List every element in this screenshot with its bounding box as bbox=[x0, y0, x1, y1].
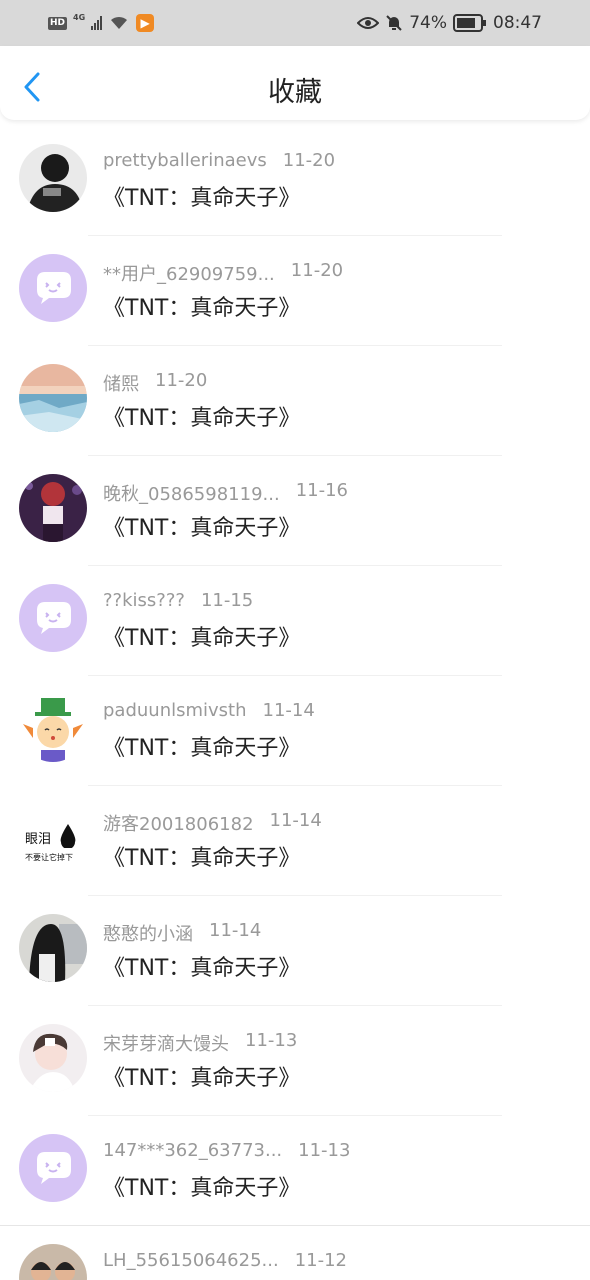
page-title: 收藏 bbox=[268, 77, 322, 108]
username[interactable]: 憨憨的小涵 bbox=[103, 920, 193, 946]
favorite-date: 11-12 bbox=[294, 1250, 348, 1271]
user-avatar[interactable] bbox=[19, 584, 87, 652]
book-title[interactable]: 《TNT：真命天子》 bbox=[103, 180, 300, 212]
item-meta: 憨憨的小涵 11-14 bbox=[103, 920, 261, 946]
hd-icon: HD bbox=[48, 16, 68, 30]
favorite-date: 11-13 bbox=[298, 1140, 351, 1161]
username[interactable]: 储熙 bbox=[103, 370, 139, 396]
user-avatar[interactable] bbox=[19, 914, 87, 982]
favorite-date: 11-20 bbox=[155, 370, 208, 391]
user-avatar[interactable] bbox=[19, 694, 87, 762]
username[interactable]: ??kiss??? bbox=[103, 590, 185, 611]
favorite-list-item[interactable]: ??kiss??? 11-15 《TNT：真命天子》 bbox=[0, 566, 590, 676]
item-meta: ??kiss??? 11-15 bbox=[103, 590, 253, 611]
network-type: 4G bbox=[73, 12, 86, 22]
user-avatar[interactable]: 眼泪 不要让它掉下 bbox=[19, 804, 87, 872]
clock: 08:47 bbox=[493, 13, 542, 33]
favorite-date: 11-20 bbox=[282, 150, 336, 171]
battery-icon bbox=[453, 14, 486, 32]
username[interactable]: 147***362_63773... bbox=[103, 1140, 282, 1161]
user-avatar[interactable] bbox=[19, 1134, 87, 1202]
status-right: 74% 08:47 bbox=[357, 13, 542, 33]
item-meta: paduunlsmivsth 11-14 bbox=[103, 700, 315, 721]
favorite-list-item[interactable]: 眼泪 不要让它掉下 游客2001806182 11-14 《TNT：真命天子》 bbox=[0, 786, 590, 896]
username[interactable]: **用户_62909759... bbox=[103, 260, 275, 286]
avatar-text: 眼泪 bbox=[25, 832, 52, 847]
item-meta: 游客2001806182 11-14 bbox=[103, 810, 322, 836]
username[interactable]: LH_55615064625... bbox=[103, 1250, 279, 1271]
book-title[interactable]: 《TNT：真命天子》 bbox=[103, 950, 300, 982]
favorite-list-item[interactable]: paduunlsmivsth 11-14 《TNT：真命天子》 bbox=[0, 676, 590, 786]
item-meta: 宋芽芽滴大馒头 11-13 bbox=[103, 1030, 297, 1056]
battery-percent: 74% bbox=[409, 13, 447, 33]
item-meta: prettyballerinaevs 11-20 bbox=[103, 150, 335, 171]
favorite-date: 11-14 bbox=[262, 700, 315, 721]
username[interactable]: 晚秋_0586598119... bbox=[103, 480, 280, 506]
username[interactable]: 宋芽芽滴大馒头 bbox=[103, 1030, 229, 1056]
book-title[interactable]: 《TNT：真命天子》 bbox=[103, 290, 300, 322]
user-avatar[interactable] bbox=[19, 254, 87, 322]
user-avatar[interactable] bbox=[19, 1024, 87, 1092]
top-nav-bar: 收藏 bbox=[0, 46, 590, 120]
app-notification-icon: ▶ bbox=[136, 14, 155, 32]
favorite-list-item[interactable]: 147***362_63773... 11-13 《TNT：真命天子》 bbox=[0, 1116, 590, 1226]
favorite-list-item[interactable]: 憨憨的小涵 11-14 《TNT：真命天子》 bbox=[0, 896, 590, 1006]
username[interactable]: paduunlsmivsth bbox=[103, 700, 247, 721]
user-avatar[interactable] bbox=[19, 364, 87, 432]
book-title[interactable]: 《TNT：真命天子》 bbox=[103, 1060, 300, 1092]
status-left: HD 4G ▶ bbox=[48, 12, 155, 32]
wifi-icon bbox=[111, 16, 128, 29]
favorite-date: 11-14 bbox=[269, 810, 322, 831]
item-meta: LH_55615064625... 11-12 bbox=[103, 1250, 347, 1271]
favorite-date: 11-13 bbox=[245, 1030, 298, 1051]
item-meta: 储熙 11-20 bbox=[103, 370, 207, 396]
favorite-list-item[interactable]: LH_55615064625... 11-12 bbox=[0, 1226, 590, 1280]
book-title[interactable]: 《TNT：真命天子》 bbox=[103, 1170, 300, 1202]
favorite-list-item[interactable]: 储熙 11-20 《TNT：真命天子》 bbox=[0, 346, 590, 456]
favorite-date: 11-20 bbox=[290, 260, 344, 281]
teardrop-icon bbox=[60, 824, 76, 848]
item-meta: **用户_62909759... 11-20 bbox=[103, 260, 343, 286]
favorite-list-item[interactable]: prettyballerinaevs 11-20 《TNT：真命天子》 bbox=[0, 126, 590, 236]
book-title[interactable]: 《TNT：真命天子》 bbox=[103, 400, 300, 432]
favorite-date: 11-16 bbox=[295, 480, 348, 501]
item-meta: 晚秋_0586598119... 11-16 bbox=[103, 480, 348, 506]
status-bar: HD 4G ▶ 74% 08:47 bbox=[0, 0, 590, 46]
username[interactable]: prettyballerinaevs bbox=[103, 150, 267, 171]
book-title[interactable]: 《TNT：真命天子》 bbox=[103, 840, 300, 872]
favorite-list-item[interactable]: **用户_62909759... 11-20 《TNT：真命天子》 bbox=[0, 236, 590, 346]
mute-bell-icon bbox=[386, 15, 402, 31]
eye-icon bbox=[357, 17, 380, 29]
book-title[interactable]: 《TNT：真命天子》 bbox=[103, 620, 300, 652]
user-avatar[interactable] bbox=[19, 474, 87, 542]
user-avatar[interactable] bbox=[19, 1244, 87, 1280]
favorite-list-item[interactable]: 晚秋_0586598119... 11-16 《TNT：真命天子》 bbox=[0, 456, 590, 566]
favorite-date: 11-15 bbox=[200, 590, 254, 611]
username[interactable]: 游客2001806182 bbox=[103, 810, 254, 836]
book-title[interactable]: 《TNT：真命天子》 bbox=[103, 730, 300, 762]
favorites-list: prettyballerinaevs 11-20 《TNT：真命天子》 **用户_62… bbox=[0, 126, 590, 1280]
signal-icon bbox=[91, 16, 103, 30]
avatar-subtext: 不要让它掉下 bbox=[25, 853, 73, 862]
favorite-date: 11-14 bbox=[209, 920, 262, 941]
item-meta: 147***362_63773... 11-13 bbox=[103, 1140, 350, 1161]
user-avatar[interactable] bbox=[19, 144, 87, 212]
favorite-list-item[interactable]: 宋芽芽滴大馒头 11-13 《TNT：真命天子》 bbox=[0, 1006, 590, 1116]
book-title[interactable]: 《TNT：真命天子》 bbox=[103, 510, 300, 542]
